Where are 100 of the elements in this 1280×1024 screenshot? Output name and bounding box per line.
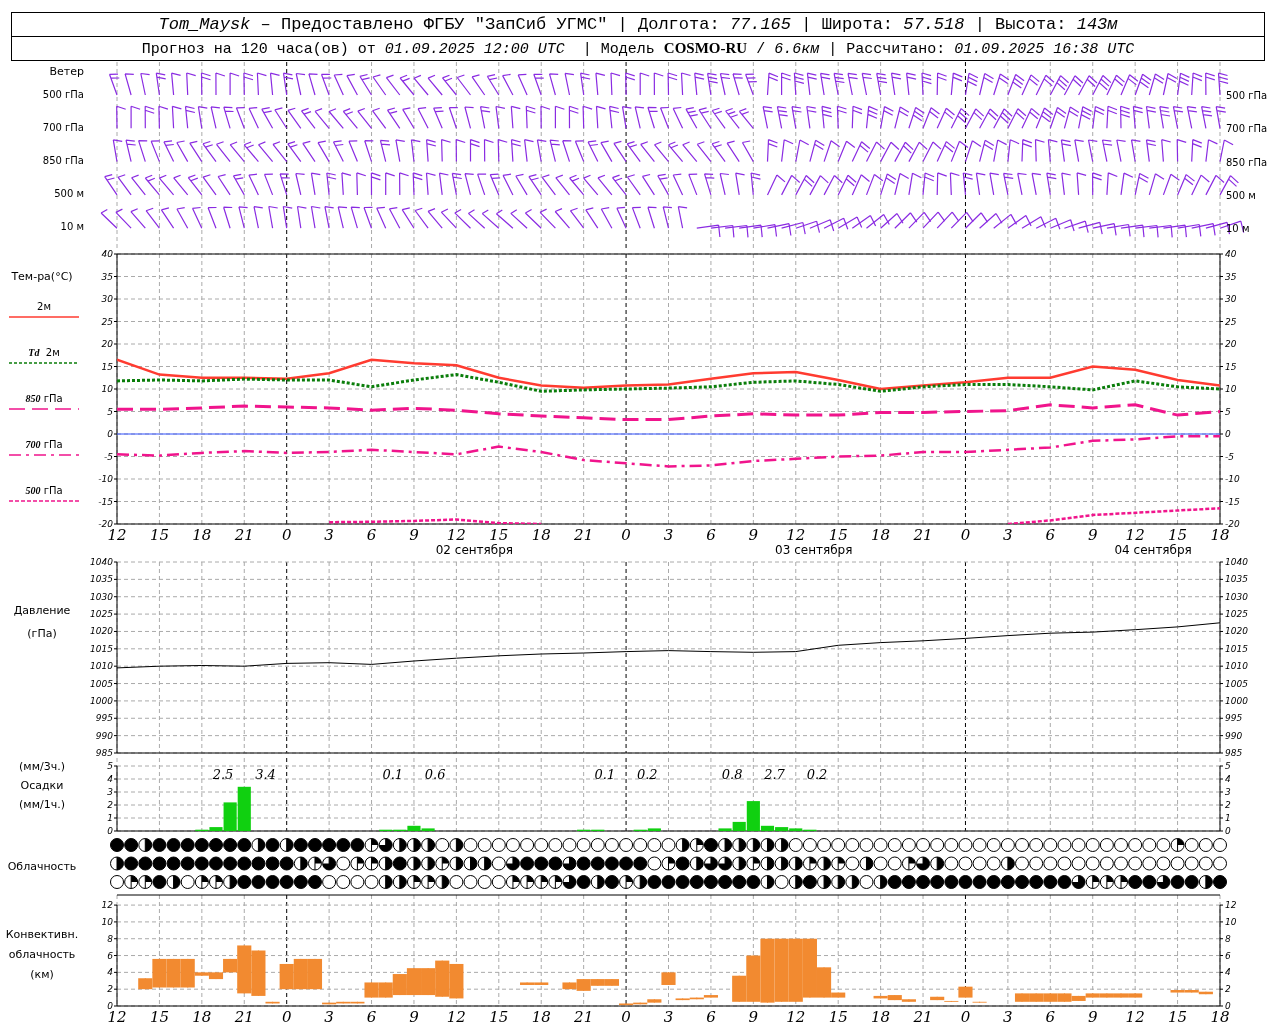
axis-tick-label: 18 bbox=[531, 526, 551, 544]
axis-tick-label: 20 bbox=[1225, 339, 1237, 349]
axis-tick-label: 40 bbox=[1225, 249, 1237, 259]
axis-tick-label: 9 bbox=[748, 526, 759, 544]
legend-label: Td 2м bbox=[28, 346, 60, 360]
axis-tick-label: 985 bbox=[1225, 748, 1243, 758]
axis-tick-label: 4 bbox=[107, 774, 113, 784]
level-label: 500 м bbox=[1226, 189, 1256, 201]
axis-tick-label: 6 bbox=[1045, 526, 1056, 544]
axis-tick-label: 21 bbox=[913, 1008, 933, 1024]
axis-tick-label: 3 bbox=[324, 1008, 334, 1024]
axis-tick-label: 1035 bbox=[1225, 574, 1248, 585]
axis-tick-label: 4 bbox=[107, 967, 113, 978]
date-label: 03 сентября bbox=[775, 543, 853, 557]
axis-tick-label: 985 bbox=[95, 748, 113, 758]
axis-tick-label: 5 bbox=[107, 406, 113, 417]
axis-tick-label: 9 bbox=[1087, 1008, 1098, 1024]
panel-label: (мм/1ч.) bbox=[19, 798, 66, 812]
legend-label: 700 гПа bbox=[25, 438, 63, 452]
axis-tick-label: 12 bbox=[786, 1008, 806, 1024]
precipitation-total: 0.1 bbox=[594, 767, 616, 782]
panel-label: Облачность bbox=[7, 860, 78, 874]
axis-tick-label: 12 bbox=[1125, 1008, 1145, 1024]
axis-tick-label: 12 bbox=[786, 526, 806, 544]
axis-tick-label: -10 bbox=[1225, 474, 1240, 484]
axis-tick-label: 8 bbox=[1225, 933, 1231, 944]
axis-tick-label: 0 bbox=[107, 429, 113, 439]
panel-label: Ветер bbox=[49, 66, 85, 78]
axis-tick-label: 1010 bbox=[1225, 661, 1248, 672]
level-label: 500 гПа bbox=[1226, 90, 1268, 101]
axis-tick-label: 6 bbox=[366, 1008, 377, 1024]
axis-tick-label: 1015 bbox=[1225, 643, 1248, 654]
axis-tick-label: 15 bbox=[149, 1008, 169, 1024]
level-label: 850 гПа bbox=[1226, 156, 1268, 168]
axis-tick-label: -5 bbox=[104, 451, 113, 462]
axis-tick-label: 990 bbox=[1225, 730, 1243, 741]
axis-tick-label: 18 bbox=[1210, 526, 1230, 544]
axis-tick-label: 0 bbox=[1225, 1001, 1231, 1011]
axis-tick-label: 1040 bbox=[90, 557, 113, 567]
axis-tick-label: 15 bbox=[101, 361, 113, 372]
axis-tick-label: 30 bbox=[1225, 294, 1237, 304]
precipitation-total: 2.5 bbox=[212, 767, 234, 782]
axis-tick-label: 3 bbox=[107, 787, 113, 797]
panel-label: Конвективн. bbox=[5, 928, 80, 942]
axis-tick-label: 21 bbox=[234, 1008, 254, 1024]
forecast-info: Прогноз на 120 часа(ов) от 01.09.2025 12:00 UTC | Модель COSMO-RU / 6.6км | Рассчитано: 01.09.2025 16:38 UTC bbox=[12, 36, 1264, 60]
axis-tick-label: 10 bbox=[1225, 384, 1237, 394]
axis-tick-label: 12 bbox=[1225, 900, 1237, 911]
axis-tick-label: -5 bbox=[1225, 451, 1234, 462]
axis-tick-label: 6 bbox=[107, 950, 113, 961]
axis-tick-label: 15 bbox=[489, 526, 509, 544]
legend-label: 500 гПа bbox=[25, 484, 63, 498]
axis-tick-label: 18 bbox=[871, 1008, 891, 1024]
axis-tick-label: 6 bbox=[706, 526, 716, 544]
axis-tick-label: 18 bbox=[192, 526, 212, 544]
axis-tick-label: 25 bbox=[1225, 316, 1237, 327]
axis-tick-label: 1035 bbox=[90, 574, 113, 585]
axis-tick-label: 21 bbox=[913, 526, 933, 544]
axis-tick-label: 6 bbox=[366, 526, 377, 544]
axis-tick-label: 995 bbox=[95, 713, 113, 724]
axis-tick-label: 12 bbox=[101, 900, 113, 911]
axis-tick-label: 9 bbox=[748, 1008, 759, 1024]
axis-tick-label: 21 bbox=[574, 526, 594, 544]
axis-tick-label: 10 bbox=[1225, 916, 1237, 927]
axis-tick-label: 35 bbox=[1225, 271, 1237, 282]
axis-tick-label: 15 bbox=[1168, 1008, 1188, 1024]
axis-tick-label: 0 bbox=[621, 1008, 631, 1024]
axis-tick-label: 2 bbox=[107, 800, 113, 810]
axis-tick-label: 6 bbox=[1045, 1008, 1056, 1024]
axis-tick-label: 5 bbox=[1225, 406, 1231, 417]
axis-tick-label: 0 bbox=[107, 1001, 113, 1011]
level-label: 500 м bbox=[54, 187, 85, 201]
axis-tick-label: 1040 bbox=[1225, 557, 1248, 567]
axis-tick-label: 21 bbox=[574, 1008, 594, 1024]
axis-tick-label: 990 bbox=[95, 730, 113, 741]
axis-tick-label: 12 bbox=[446, 1008, 466, 1024]
axis-tick-label: 12 bbox=[107, 1008, 127, 1024]
axis-tick-label: 1020 bbox=[1225, 626, 1248, 637]
axis-tick-label: 15 bbox=[828, 1008, 848, 1024]
panel-label: Осадки bbox=[20, 779, 65, 793]
axis-tick-label: 1020 bbox=[90, 626, 113, 637]
axis-tick-label: 3 bbox=[324, 526, 334, 544]
panel-label: (мм/3ч.) bbox=[19, 760, 66, 774]
level-label: 700 гПа bbox=[1226, 123, 1268, 135]
axis-tick-label: 10 bbox=[101, 384, 113, 394]
axis-tick-label: 0 bbox=[960, 526, 971, 544]
panel-label: (км) bbox=[30, 968, 55, 982]
axis-tick-label: 10 bbox=[101, 916, 113, 927]
axis-tick-label: 0 bbox=[107, 826, 113, 836]
axis-tick-label: 15 bbox=[828, 526, 848, 544]
axis-tick-label: 4 bbox=[1225, 774, 1231, 784]
axis-tick-label: 1010 bbox=[90, 661, 113, 672]
level-label: 850 гПа bbox=[42, 154, 85, 168]
axis-tick-label: -20 bbox=[98, 519, 113, 529]
axis-tick-label: 3 bbox=[663, 526, 674, 544]
precipitation-total: 0.8 bbox=[721, 767, 743, 782]
axis-tick-label: 1030 bbox=[90, 591, 113, 602]
precipitation-total: 0.2 bbox=[806, 767, 828, 782]
axis-tick-label: 0 bbox=[281, 1008, 292, 1024]
axis-tick-label: 20 bbox=[101, 339, 113, 349]
